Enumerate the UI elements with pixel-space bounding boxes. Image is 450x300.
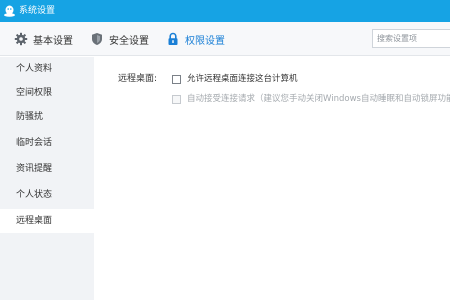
window-title: 系统设置 <box>19 6 56 16</box>
sidebar-item-remote-desktop[interactable]: 远程桌面 <box>0 209 94 233</box>
sidebar-item-profile[interactable]: 个人资料 <box>0 57 94 81</box>
shield-icon <box>92 33 102 45</box>
search-box[interactable] <box>372 29 450 48</box>
tab-label: 权限设置 <box>185 35 225 47</box>
sidebar-item-temp-session[interactable]: 临时会话 <box>0 131 94 155</box>
option-auto-accept: 自动接受连接请求（建议您手动关闭Windows自动睡眠和自动锁屏功能 <box>172 93 450 105</box>
option-label: 自动接受连接请求（建议您手动关闭Windows自动睡眠和自动锁屏功能 <box>187 94 450 104</box>
option-allow-remote-desktop[interactable]: 允许远程桌面连接这台计算机 <box>172 73 298 85</box>
settings-content: 远程桌面: 允许远程桌面连接这台计算机 自动接受连接请求（建议您手动关闭Wind… <box>94 57 450 300</box>
lock-icon <box>168 32 178 45</box>
tab-permission-settings[interactable]: 权限设置 <box>166 22 225 56</box>
section-label-remote-desktop: 远程桌面: <box>118 74 158 84</box>
title-bar: 系统设置 <box>0 0 450 22</box>
tab-security-settings[interactable]: 安全设置 <box>90 22 149 56</box>
sidebar-item-personal-status[interactable]: 个人状态 <box>0 183 94 207</box>
allow-remote-checkbox[interactable] <box>172 74 181 84</box>
qq-penguin-icon <box>4 5 15 17</box>
sidebar-item-news-reminder[interactable]: 资讯提醒 <box>0 157 94 181</box>
sidebar: 个人资料 空间权限 防骚扰 临时会话 资讯提醒 个人状态 远程桌面 <box>0 57 94 300</box>
auto-accept-checkbox <box>172 94 181 104</box>
sidebar-item-space-permission[interactable]: 空间权限 <box>0 81 94 105</box>
tab-basic-settings[interactable]: 基本设置 <box>14 22 73 56</box>
search-input[interactable] <box>373 30 450 47</box>
sidebar-item-anti-harassment[interactable]: 防骚扰 <box>0 105 94 129</box>
gear-icon <box>14 32 28 46</box>
tab-label: 安全设置 <box>109 35 149 47</box>
tab-label: 基本设置 <box>33 35 73 47</box>
option-label: 允许远程桌面连接这台计算机 <box>187 74 298 84</box>
